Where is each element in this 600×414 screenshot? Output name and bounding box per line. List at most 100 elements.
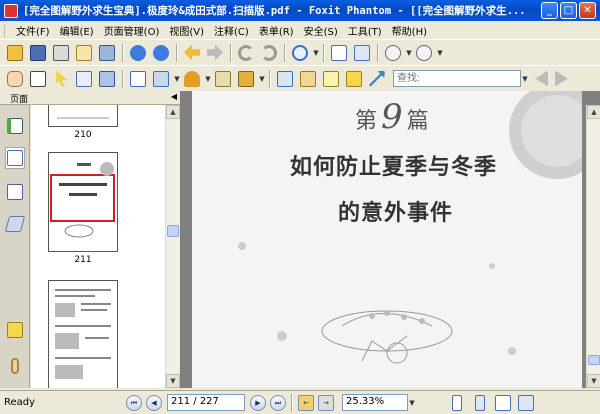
prev-page-button[interactable] — [127, 42, 149, 64]
page-number-input[interactable]: 211 / 227 — [167, 394, 245, 411]
typewriter-button[interactable] — [320, 68, 342, 90]
go-back-button[interactable]: ← — [298, 394, 314, 411]
minimize-button[interactable]: _ — [541, 2, 558, 19]
separator — [323, 43, 325, 62]
zoom-plus-dropdown-arrow[interactable]: ▼ — [436, 49, 444, 57]
last-page-button[interactable]: ⏭ — [270, 394, 286, 411]
next-page-icon — [153, 44, 169, 61]
redo-button[interactable] — [258, 42, 280, 64]
zoom-level-input[interactable]: 25.33% — [342, 394, 408, 411]
email-button[interactable] — [73, 42, 95, 64]
continuous-facing-button[interactable] — [515, 392, 537, 414]
open-button[interactable] — [4, 42, 26, 64]
bookmark-icon — [7, 118, 23, 134]
search-prev-button[interactable] — [529, 68, 551, 90]
scan-button[interactable] — [96, 42, 118, 64]
draw-dropdown-arrow[interactable]: ▼ — [173, 75, 181, 83]
stamp-dropdown-arrow[interactable]: ▼ — [204, 75, 212, 83]
doc-scroll-up-button[interactable]: ▲ — [587, 105, 600, 119]
document-view[interactable]: 第 9 篇 如何防止夏季与冬季 的意外事件 — [180, 91, 600, 388]
arrow-pointer-icon — [56, 70, 68, 87]
status-text: Ready — [4, 397, 36, 408]
save-button[interactable] — [27, 42, 49, 64]
print-button[interactable] — [50, 42, 72, 64]
attach-button[interactable] — [212, 68, 234, 90]
stamp-button[interactable] — [181, 68, 203, 90]
text-viewer-button[interactable] — [73, 68, 95, 90]
chapter-number: 9 — [381, 97, 403, 137]
prev-page-icon — [130, 44, 146, 61]
doc-scroll-down-button[interactable]: ▼ — [587, 374, 600, 388]
collapse-panel-button[interactable]: ◀ — [171, 92, 177, 101]
bookmarks-tab[interactable] — [5, 115, 25, 137]
close-button[interactable]: ✕ — [579, 2, 596, 19]
edit-text-button[interactable] — [274, 68, 296, 90]
menu-edit[interactable]: 编辑(E) — [55, 23, 99, 38]
fit-width-button[interactable] — [351, 42, 373, 64]
snapshot-button[interactable] — [96, 68, 118, 90]
link-tool-button[interactable] — [366, 68, 388, 90]
chapter-suffix: 篇 — [406, 109, 429, 134]
document-scrollbar[interactable]: ▲ ▼ — [586, 105, 600, 388]
scroll-thumb[interactable] — [167, 225, 179, 237]
go-forward-button[interactable]: → — [318, 394, 334, 411]
zoom-dropdown-arrow[interactable]: ▼ — [312, 49, 320, 57]
zoom-in-button[interactable] — [289, 42, 311, 64]
fit-width-icon — [354, 44, 370, 61]
menu-help[interactable]: 帮助(H) — [387, 23, 432, 38]
menu-view[interactable]: 视图(V) — [164, 23, 209, 38]
comments-tab[interactable] — [5, 319, 25, 341]
lock-dropdown-arrow[interactable]: ▼ — [258, 75, 266, 83]
search-input[interactable] — [393, 70, 521, 87]
edit-object-button[interactable] — [297, 68, 319, 90]
rectangle-tool-button[interactable] — [127, 68, 149, 90]
menu-file[interactable]: 文件(F) — [11, 23, 55, 38]
maximize-button[interactable]: □ — [560, 2, 577, 19]
single-page-button[interactable] — [446, 392, 468, 414]
layers-tab[interactable] — [4, 213, 26, 235]
pointer-tool-button[interactable] — [50, 68, 72, 90]
search-dropdown-arrow[interactable]: ▼ — [521, 75, 529, 83]
undo-button[interactable] — [235, 42, 257, 64]
next-page-status-button[interactable]: ▶ — [250, 394, 266, 411]
back-button[interactable] — [181, 42, 203, 64]
scroll-down-button[interactable]: ▼ — [166, 374, 180, 388]
page-thumbnail[interactable] — [48, 280, 118, 388]
next-page-button[interactable] — [150, 42, 172, 64]
note-button[interactable] — [343, 68, 365, 90]
pages-tab[interactable] — [5, 147, 25, 169]
continuous-button[interactable] — [469, 392, 491, 414]
page-thumbnail-selected[interactable] — [48, 152, 118, 252]
signatures-tab[interactable] — [5, 181, 25, 203]
zoom-out-button[interactable] — [382, 42, 404, 64]
facing-button[interactable] — [492, 392, 514, 414]
pen-edit-icon — [300, 70, 316, 87]
doc-scroll-thumb[interactable] — [588, 355, 600, 365]
first-page-button[interactable]: ⏮ — [126, 394, 142, 411]
previous-page-button[interactable]: ◀ — [146, 394, 162, 411]
chapter-title-line2: 的意外事件 — [338, 201, 454, 226]
forward-button[interactable] — [204, 42, 226, 64]
search-next-button[interactable] — [552, 68, 574, 90]
select-text-button[interactable] — [27, 68, 49, 90]
menu-grip[interactable] — [4, 23, 7, 37]
comment-icon — [7, 322, 23, 338]
hand-tool-button[interactable] — [4, 68, 26, 90]
scroll-up-button[interactable]: ▲ — [166, 105, 180, 119]
thumbnail-scrollbar[interactable]: ▲ ▼ — [165, 105, 180, 388]
attachments-tab[interactable] — [5, 355, 25, 377]
menu-tools[interactable]: 工具(T) — [343, 23, 387, 38]
rectangle-icon — [130, 70, 146, 87]
menu-security[interactable]: 安全(S) — [299, 23, 343, 38]
draw-tool-button[interactable] — [150, 68, 172, 90]
zoom-out-dropdown-arrow[interactable]: ▼ — [405, 49, 413, 57]
menu-comments[interactable]: 注释(C) — [209, 23, 254, 38]
fit-page-button[interactable] — [328, 42, 350, 64]
zoom-plus-button[interactable] — [413, 42, 435, 64]
foxit-app-icon[interactable] — [4, 3, 18, 18]
page-thumbnail[interactable] — [48, 105, 118, 127]
lock-button[interactable] — [235, 68, 257, 90]
menu-pages[interactable]: 页面管理(O) — [99, 23, 165, 38]
zoom-level-dropdown[interactable]: ▼ — [408, 399, 416, 407]
menu-forms[interactable]: 表单(R) — [254, 23, 299, 38]
